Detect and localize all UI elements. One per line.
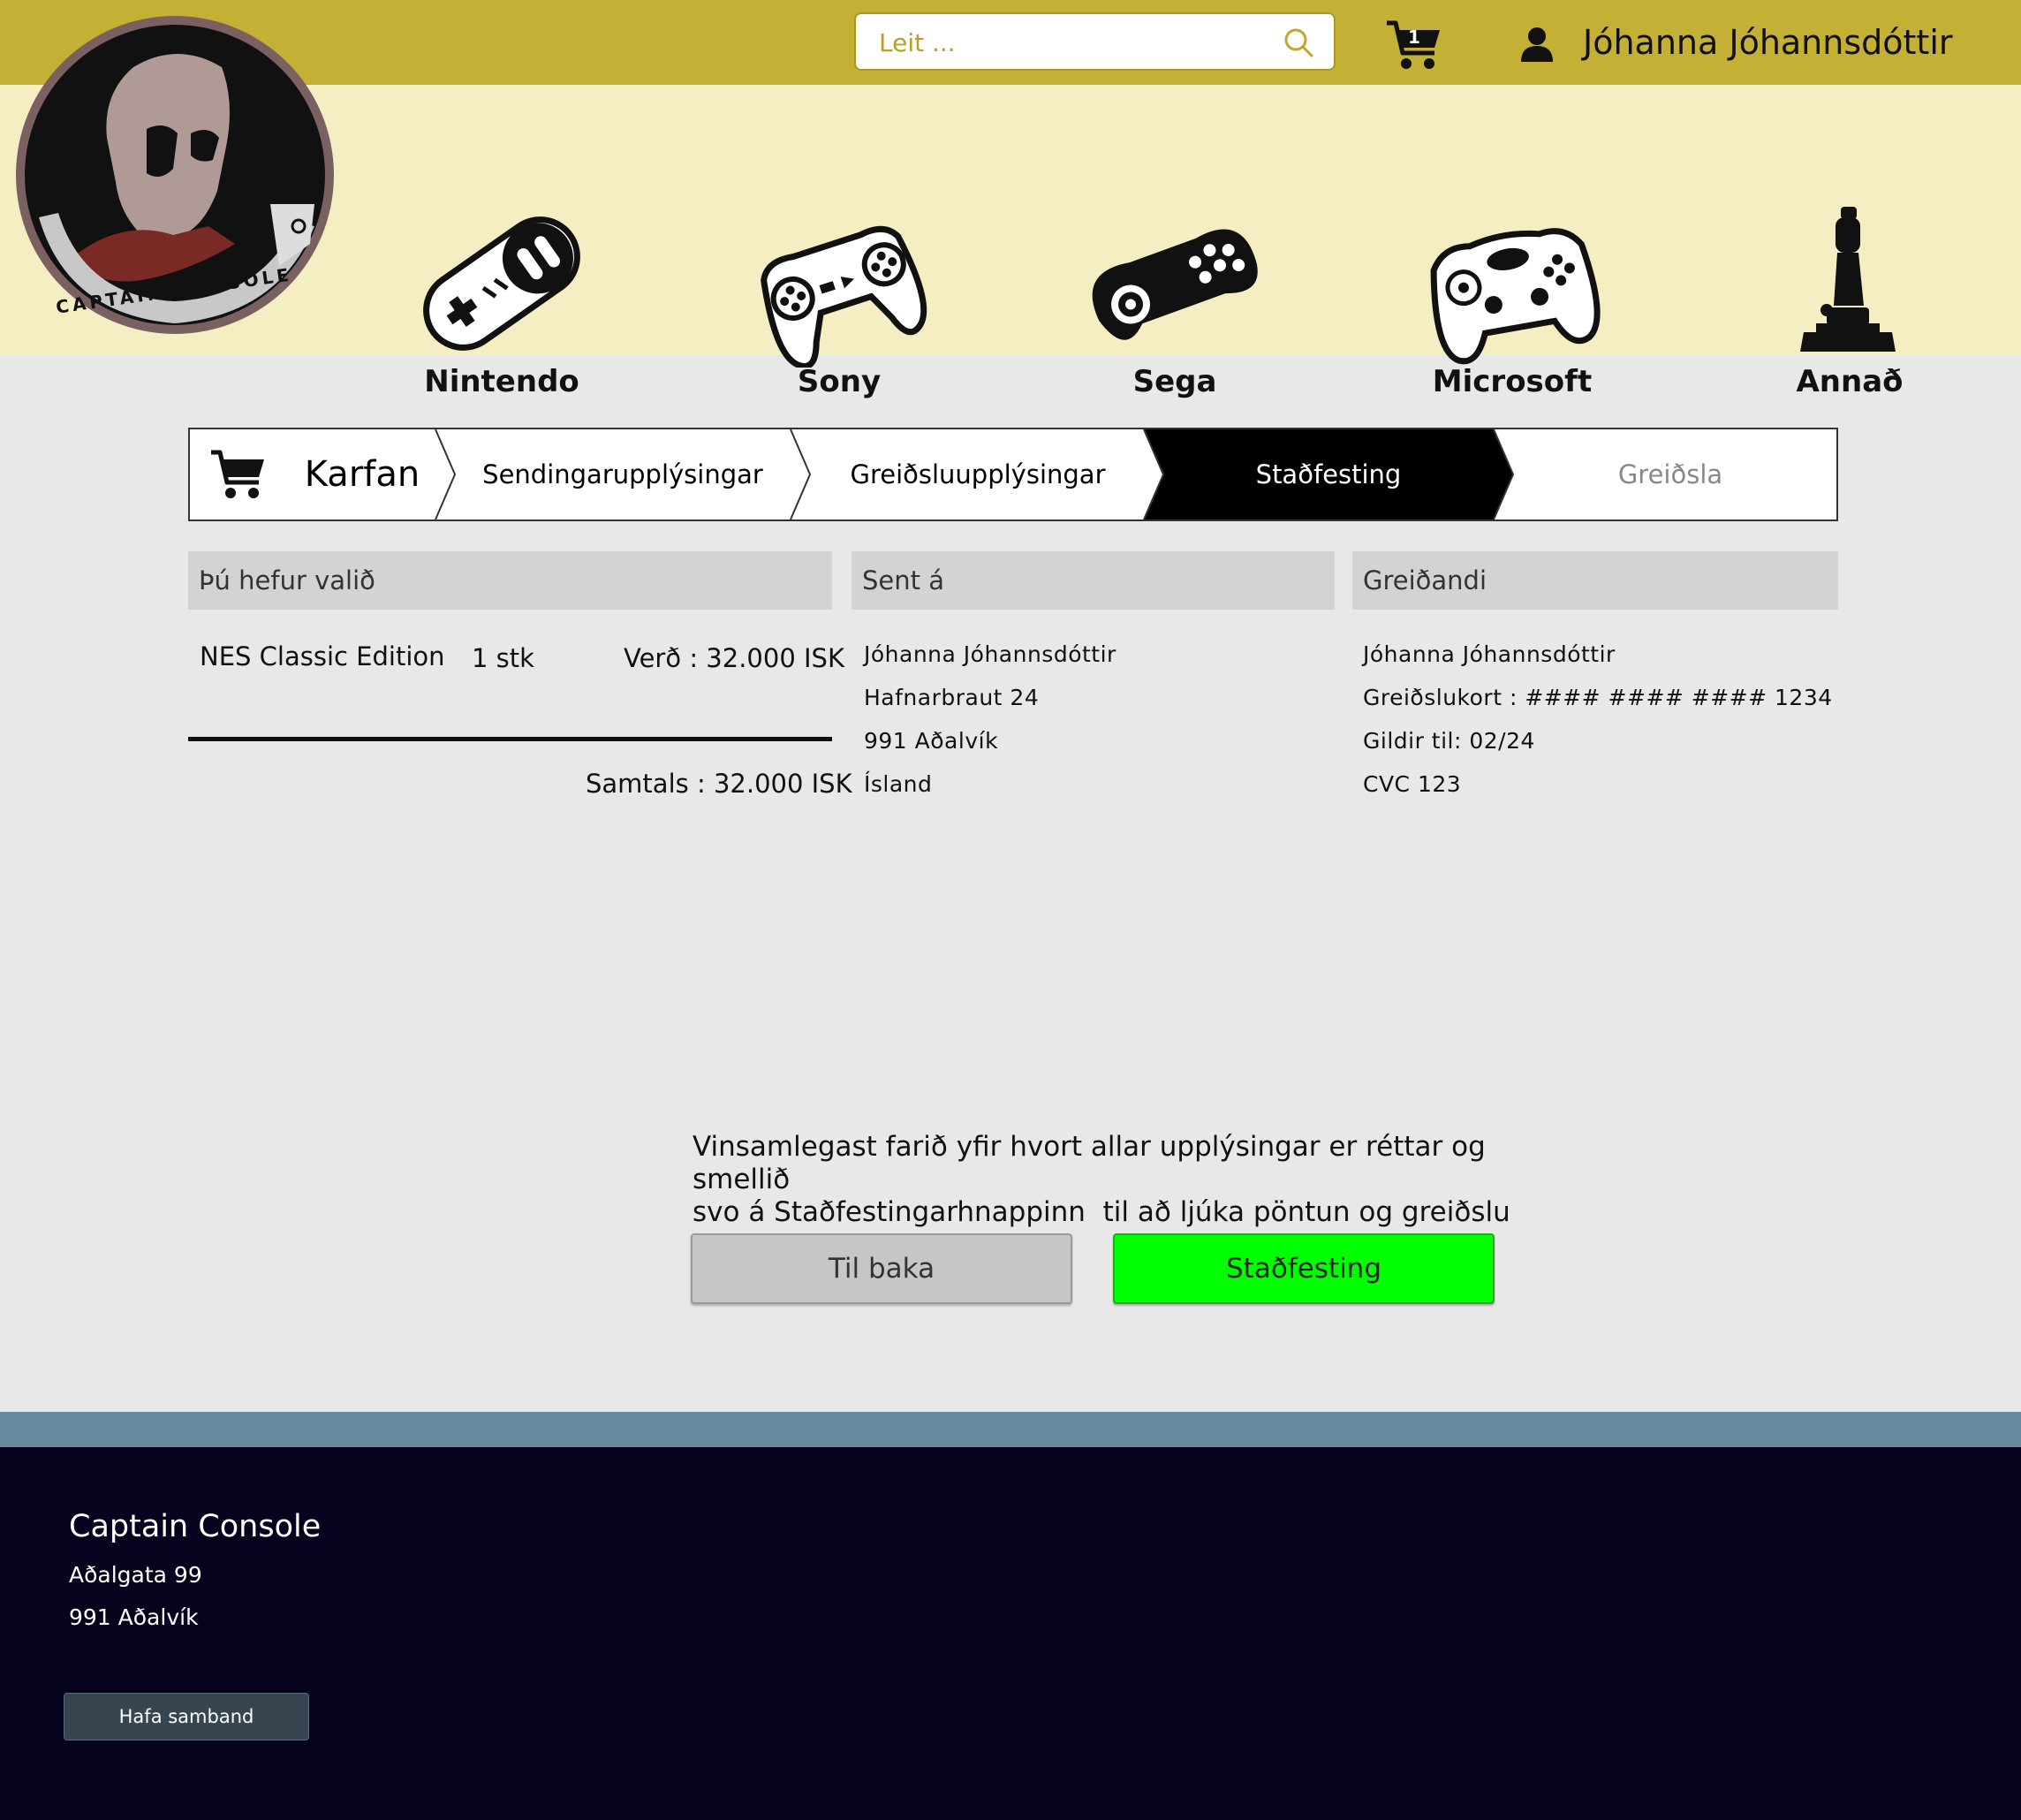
nintendo-controller-icon <box>423 216 580 351</box>
joystick-icon <box>1800 207 1896 352</box>
cart-button[interactable]: 1 <box>1385 18 1443 72</box>
search-input[interactable] <box>879 23 1268 62</box>
cart-icon <box>211 450 264 498</box>
category-sony[interactable]: Sony <box>724 200 954 403</box>
shipping-name: Jóhanna Jóhannsdóttir <box>864 641 1116 667</box>
step-payment-info[interactable]: Greiðsluupplýsingar <box>801 429 1154 519</box>
category-label: Microsoft <box>1432 364 1593 399</box>
message-line: svo á Staðfestingarhnappinn til að ljúka… <box>693 1196 1510 1228</box>
footer-address: Aðalgata 99 <box>69 1562 202 1588</box>
confirm-button[interactable]: Staðfesting <box>1113 1233 1495 1304</box>
user-icon[interactable] <box>1519 27 1555 62</box>
step-shipping[interactable]: Sendingarupplýsingar <box>446 429 799 519</box>
category-label: Sony <box>797 364 882 399</box>
message-line: Vinsamlegast farið yfir hvort allar uppl… <box>693 1131 1486 1195</box>
step-payment: Greiðsla <box>1617 459 1723 489</box>
category-nintendo[interactable]: Nintendo <box>387 200 617 403</box>
checkout-steps: Karfan Sendingarupplýsingar Greiðsluuppl… <box>188 428 1838 521</box>
shipping-city: 991 Aðalvík <box>864 728 999 754</box>
category-label: Sega <box>1132 364 1217 399</box>
payer-card: Greiðslukort : #### #### #### 1234 <box>1363 685 1833 710</box>
search-icon[interactable] <box>1283 27 1314 58</box>
payer-panel-heading: Greiðandi <box>1352 551 1838 610</box>
sega-controller-icon <box>1092 229 1258 340</box>
item-name: NES Classic Edition <box>200 641 445 671</box>
back-button[interactable]: Til baka <box>691 1233 1072 1304</box>
order-total: Samtals : 32.000 ISK <box>586 769 852 799</box>
order-panel-heading: Þú hefur valið <box>188 551 832 610</box>
shipping-country: Ísland <box>864 771 933 797</box>
sony-controller-icon <box>761 225 927 368</box>
payer-name: Jóhanna Jóhannsdóttir <box>1363 641 1616 667</box>
category-label: Annað <box>1796 364 1904 399</box>
confirmation-message: Vinsamlegast farið yfir hvort allar uppl… <box>693 1131 1540 1229</box>
footer-company-name: Captain Console <box>69 1509 322 1544</box>
step-cart[interactable]: Karfan <box>287 429 437 519</box>
category-label: Nintendo <box>424 364 579 399</box>
user-name[interactable]: Jóhanna Jóhannsdóttir <box>1583 23 1953 62</box>
captain-console-logo[interactable]: CAPTAIN CONSOLE <box>14 14 336 336</box>
xbox-controller-icon <box>1430 228 1601 365</box>
footer-strip <box>0 1412 2021 1447</box>
shipping-street: Hafnarbraut 24 <box>864 685 1040 710</box>
category-annad[interactable]: Annað <box>1735 200 1964 403</box>
category-microsoft[interactable]: Microsoft <box>1397 200 1627 403</box>
category-sega[interactable]: Sega <box>1060 200 1290 403</box>
item-price: Verð : 32.000 ISK <box>624 643 844 673</box>
cart-count-badge: 1 <box>1408 27 1420 48</box>
step-confirmation[interactable]: Staðfesting <box>1154 429 1503 519</box>
search-box[interactable] <box>854 12 1336 71</box>
item-quantity: 1 stk <box>472 643 534 673</box>
footer: Captain Console Aðalgata 99 991 Aðalvík … <box>0 1447 2021 1820</box>
shipping-panel-heading: Sent á <box>852 551 1335 610</box>
contact-button[interactable]: Hafa samband <box>64 1693 309 1740</box>
payer-cvc: CVC 123 <box>1363 771 1462 797</box>
footer-city: 991 Aðalvík <box>69 1604 199 1630</box>
divider <box>188 737 832 741</box>
payer-expiry: Gildir til: 02/24 <box>1363 728 1535 754</box>
